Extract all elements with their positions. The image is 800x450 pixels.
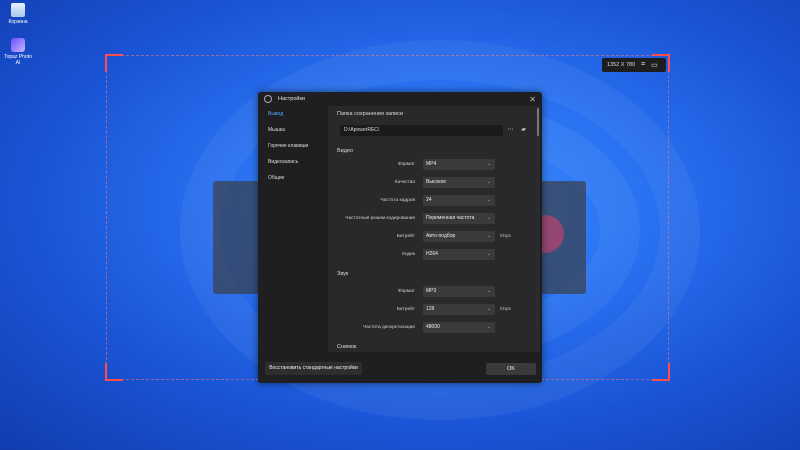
video-encoding-mode-select[interactable]: Переменная частота ⌄ xyxy=(423,213,495,224)
close-icon[interactable]: ✕ xyxy=(529,95,536,104)
region-handle-bottom-right[interactable] xyxy=(652,363,670,381)
settings-dialog: Настройки ✕ Вывод Мышка Горячие клавиши … xyxy=(258,92,542,383)
recycle-bin-icon xyxy=(11,3,25,17)
chevron-down-icon: ⌄ xyxy=(486,233,491,239)
nav-item-video-recording[interactable]: Видеозапись xyxy=(258,154,328,170)
desktop-icon-recycle-bin[interactable]: Корзина xyxy=(3,3,33,25)
audio-row-bitrate: Битрейт 128 ⌄ Kbps xyxy=(328,304,536,315)
chevron-down-icon: ⌄ xyxy=(486,161,491,167)
nav-item-mouse[interactable]: Мышка xyxy=(258,122,328,138)
select-value: Переменная частота xyxy=(426,215,475,221)
video-row-framerate: Частота кадров 24 ⌄ xyxy=(328,195,536,206)
reset-defaults-button[interactable]: Восстановить стандартные настройки xyxy=(265,362,362,375)
settings-gear-icon xyxy=(264,95,272,103)
video-row-encoding-mode: Частотный режим кодирования Переменная ч… xyxy=(328,213,536,224)
screenshot-section-title: Снимок xyxy=(337,344,357,350)
dialog-title: Настройки xyxy=(278,96,305,102)
capture-size-toolbar: 1352 X 780 ⌗ ▭ xyxy=(602,58,666,72)
region-handle-bottom-left[interactable] xyxy=(105,363,123,381)
capture-size-text: 1352 X 780 xyxy=(607,62,636,68)
nav-item-output[interactable]: Вывод xyxy=(258,106,328,122)
select-value: MP4 xyxy=(426,161,437,167)
dialog-titlebar: Настройки ✕ xyxy=(258,92,542,106)
nav-item-hotkeys[interactable]: Горячие клавиши xyxy=(258,138,328,154)
chevron-down-icon: ⌄ xyxy=(486,179,491,185)
settings-nav: Вывод Мышка Горячие клавиши Видеозапись … xyxy=(258,106,328,368)
video-row-format: Формат MP4 ⌄ xyxy=(328,159,536,170)
setting-label: Кодек xyxy=(402,252,415,257)
monitor-icon[interactable]: ▭ xyxy=(651,61,658,69)
bitrate-unit: Kbps xyxy=(500,234,511,239)
audio-bitrate-select[interactable]: 128 ⌄ xyxy=(423,304,495,315)
folder-icon[interactable]: ▰ xyxy=(520,127,527,134)
setting-label: Частотный режим кодирования xyxy=(345,216,415,221)
setting-label: Формат xyxy=(397,162,415,167)
video-row-bitrate: Битрейт Авто-подбор ⌄ Kbps xyxy=(328,231,536,242)
desktop-icon-topaz[interactable]: Topaz Photo AI xyxy=(3,38,33,66)
setting-label: Формат xyxy=(397,289,415,294)
chevron-down-icon: ⌄ xyxy=(486,324,491,330)
video-framerate-select[interactable]: 24 ⌄ xyxy=(423,195,495,206)
save-path-field[interactable]: D:\ApowerREC\ xyxy=(340,125,503,136)
setting-label: Битрейт xyxy=(396,234,415,239)
setting-label: Частота дискретизации xyxy=(362,325,415,330)
dialog-footer: Восстановить стандартные настройки OK xyxy=(258,352,542,383)
video-section-title: Видео xyxy=(337,148,354,154)
region-handle-top-left[interactable] xyxy=(105,54,123,72)
setting-label: Частота кадров xyxy=(380,198,415,203)
more-options-icon[interactable]: ⋯ xyxy=(507,127,514,134)
chevron-down-icon: ⌄ xyxy=(486,306,491,312)
video-codec-select[interactable]: H264 ⌄ xyxy=(423,249,495,260)
ok-button[interactable]: OK xyxy=(486,363,536,375)
video-quality-select[interactable]: Высокое ⌄ xyxy=(423,177,495,188)
settings-scrollbar[interactable] xyxy=(536,106,540,352)
select-value: 128 xyxy=(426,306,435,312)
chevron-down-icon: ⌄ xyxy=(486,197,491,203)
crop-icon[interactable]: ⌗ xyxy=(641,61,645,69)
chevron-down-icon: ⌄ xyxy=(486,288,491,294)
bitrate-unit: Kbps xyxy=(500,307,511,312)
video-format-select[interactable]: MP4 ⌄ xyxy=(423,159,495,170)
save-folder-label: Папка сохранения записи xyxy=(337,111,403,117)
select-value: Высокое xyxy=(426,179,447,185)
audio-format-select[interactable]: MP3 ⌄ xyxy=(423,286,495,297)
audio-row-format: Формат MP3 ⌄ xyxy=(328,286,536,297)
audio-row-sample-rate: Частота дискретизации 48000 ⌄ xyxy=(328,322,536,333)
chevron-down-icon: ⌄ xyxy=(486,215,491,221)
settings-content: Папка сохранения записи D:\ApowerREC\ ⋯ … xyxy=(328,106,536,352)
desktop-icon-label: Topaz Photo AI xyxy=(4,54,32,66)
nav-item-general[interactable]: Общие xyxy=(258,170,328,186)
topaz-app-icon xyxy=(11,38,25,52)
select-value: Авто-подбор xyxy=(426,233,456,239)
desktop-icon-label: Корзина xyxy=(8,19,28,25)
audio-section-title: Звук xyxy=(337,271,349,277)
select-value: 24 xyxy=(426,197,432,203)
video-row-quality: Качество Высокое ⌄ xyxy=(328,177,536,188)
video-bitrate-select[interactable]: Авто-подбор ⌄ xyxy=(423,231,495,242)
video-row-codec: Кодек H264 ⌄ xyxy=(328,249,536,260)
select-value: H264 xyxy=(426,251,438,257)
setting-label: Качество xyxy=(394,180,415,185)
select-value: MP3 xyxy=(426,288,437,294)
scrollbar-thumb[interactable] xyxy=(537,108,539,136)
chevron-down-icon: ⌄ xyxy=(486,251,491,257)
select-value: 48000 xyxy=(426,324,440,330)
setting-label: Битрейт xyxy=(396,307,415,312)
audio-sample-rate-select[interactable]: 48000 ⌄ xyxy=(423,322,495,333)
